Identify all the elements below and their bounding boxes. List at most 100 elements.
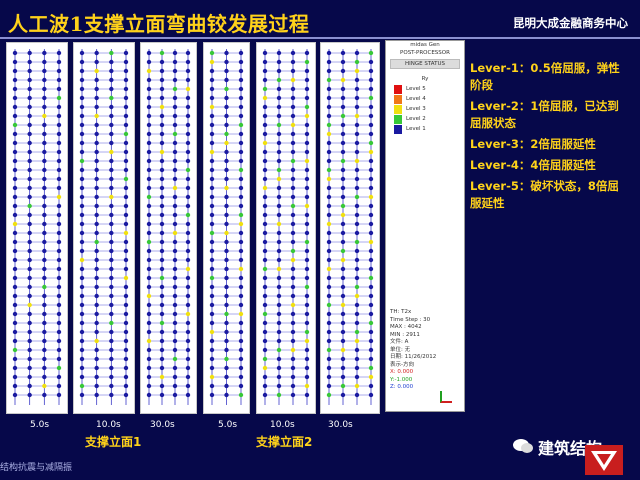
hinge-dot — [326, 302, 332, 308]
hinge-dot — [123, 59, 129, 65]
hinge-dot — [109, 338, 114, 344]
hinge-dot — [79, 311, 85, 317]
hinge-dot — [146, 77, 152, 83]
hinge-dot — [172, 293, 178, 299]
hinge-dot — [146, 194, 152, 200]
hinge-dot — [209, 257, 215, 263]
hinge-dot — [290, 365, 296, 371]
hinge-dot — [123, 221, 129, 227]
hinge-dot — [326, 185, 332, 191]
hinge-dot — [56, 338, 62, 344]
hinge-dot — [224, 86, 229, 92]
legend-step: Time Step : 30 — [390, 316, 431, 323]
hinge-dot — [109, 383, 114, 389]
hinge-dot — [304, 149, 310, 155]
hinge-dot — [159, 176, 165, 182]
hinge-dot — [262, 329, 268, 335]
hinge-dot — [56, 248, 62, 254]
hinge-dot — [94, 320, 99, 326]
hinge-dot — [326, 383, 332, 389]
page-title: 人工波1支撑立面弯曲铰发展过程 — [8, 12, 310, 36]
hinge-dot — [276, 221, 282, 227]
hinge-dot — [224, 230, 229, 236]
hinge-dot — [290, 221, 296, 227]
hinge-dot — [42, 167, 47, 173]
hinge-dot — [262, 293, 268, 299]
hinge-dot — [368, 221, 374, 227]
hinge-dot — [109, 347, 114, 353]
wechat-icon — [512, 437, 534, 455]
legend-unit: 单位: 无 — [390, 346, 411, 353]
hinge-dot — [12, 338, 18, 344]
level-3-label: Level 3 — [406, 106, 426, 112]
hinge-dot — [79, 131, 85, 137]
hinge-dot — [159, 365, 165, 371]
hinge-dot — [185, 356, 191, 362]
hinge-dot — [185, 320, 191, 326]
hinge-dot — [368, 239, 374, 245]
hinge-dot — [304, 68, 310, 74]
hinge-dot — [209, 77, 215, 83]
hinge-dot — [172, 239, 178, 245]
hinge-dot — [304, 383, 310, 389]
hinge-dot — [326, 131, 332, 137]
hinge-dot — [326, 329, 332, 335]
hinge-dot — [12, 347, 18, 353]
hinge-dot — [354, 329, 360, 335]
hinge-dot — [276, 176, 282, 182]
hinge-dot — [368, 293, 374, 299]
hinge-dot — [238, 311, 244, 317]
hinge-dot — [94, 392, 99, 398]
hinge-dot — [172, 149, 178, 155]
hinge-dot — [209, 158, 215, 164]
hinge-dot — [262, 113, 268, 119]
hinge-dot — [276, 104, 282, 110]
hinge-dot — [159, 194, 165, 200]
hinge-dot — [94, 275, 99, 281]
legend-z: Z: 0.000 — [390, 384, 414, 390]
hinge-dot — [354, 185, 360, 191]
hinge-dot — [340, 221, 346, 227]
hinge-dot — [238, 104, 244, 110]
hinge-dot — [238, 230, 244, 236]
hinge-dot — [12, 311, 18, 317]
hinge-dot — [109, 203, 114, 209]
hinge-dot — [262, 212, 268, 218]
hinge-dot — [326, 68, 332, 74]
hinge-dot — [368, 320, 374, 326]
hinge-dot — [262, 185, 268, 191]
hinge-dot — [146, 356, 152, 362]
hinge-dot — [340, 356, 346, 362]
hinge-dot — [12, 239, 18, 245]
hinge-dot — [56, 347, 62, 353]
hinge-dot — [262, 338, 268, 344]
hinge-dot — [159, 212, 165, 218]
hinge-dot — [123, 266, 129, 272]
hinge-dot — [224, 338, 229, 344]
hinge-dot — [304, 86, 310, 92]
hinge-dot — [262, 374, 268, 380]
hinge-dot — [159, 329, 165, 335]
hinge-dot — [354, 167, 360, 173]
hinge-dot — [354, 77, 360, 83]
hinge-dot — [109, 230, 114, 236]
hinge-dot — [262, 167, 268, 173]
panel-time-3: 30.0s — [150, 420, 175, 430]
hinge-dot — [224, 131, 229, 137]
hinge-dot — [304, 311, 310, 317]
hinge-dot — [326, 176, 332, 182]
hinge-dot — [146, 338, 152, 344]
hinge-dot — [12, 203, 18, 209]
hinge-dot — [56, 59, 62, 65]
hinge-dot — [42, 50, 47, 56]
hinge-dot — [146, 365, 152, 371]
hinge-dot — [276, 284, 282, 290]
hinge-dot — [27, 140, 32, 146]
hinge-dot — [42, 239, 47, 245]
hinge-dot — [238, 257, 244, 263]
hinge-dot — [290, 230, 296, 236]
hinge-dot — [340, 203, 346, 209]
hinge-dot — [27, 356, 32, 362]
hinge-dot — [326, 122, 332, 128]
hinge-dot — [354, 86, 360, 92]
